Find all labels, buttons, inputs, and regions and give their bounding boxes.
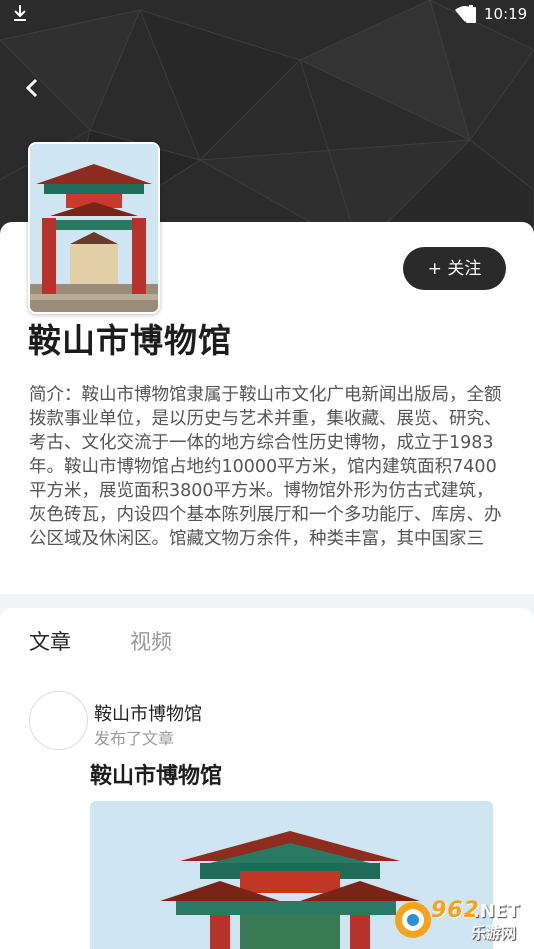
site-watermark: 962 .NET 乐游网 — [393, 898, 529, 944]
museum-cover-image — [28, 142, 160, 314]
status-bar: 10:19 — [0, 0, 534, 28]
status-time: 10:19 — [484, 5, 528, 23]
museum-name: 鞍山市博物馆 — [28, 321, 232, 360]
avatar[interactable] — [29, 691, 88, 750]
museum-intro: 简介：鞍山市博物馆隶属于鞍山市文化广电新闻出版局，全额拨款事业单位，是以历史与艺… — [29, 385, 502, 549]
battery-icon — [466, 5, 476, 27]
post-action: 发布了文章 — [94, 729, 175, 748]
follow-button[interactable]: + 关注 — [403, 247, 506, 290]
download-icon — [12, 4, 28, 26]
watermark-logo-icon — [395, 902, 431, 938]
back-arrow-icon[interactable] — [22, 76, 42, 104]
tab-articles[interactable]: 文章 — [29, 626, 71, 656]
tab-videos[interactable]: 视频 — [130, 626, 172, 656]
watermark-suffix: .NET — [473, 901, 520, 922]
post-title[interactable]: 鞍山市博物馆 — [90, 758, 222, 790]
post-author[interactable]: 鞍山市博物馆 — [94, 700, 202, 726]
watermark-subtitle: 乐游网 — [471, 924, 517, 942]
